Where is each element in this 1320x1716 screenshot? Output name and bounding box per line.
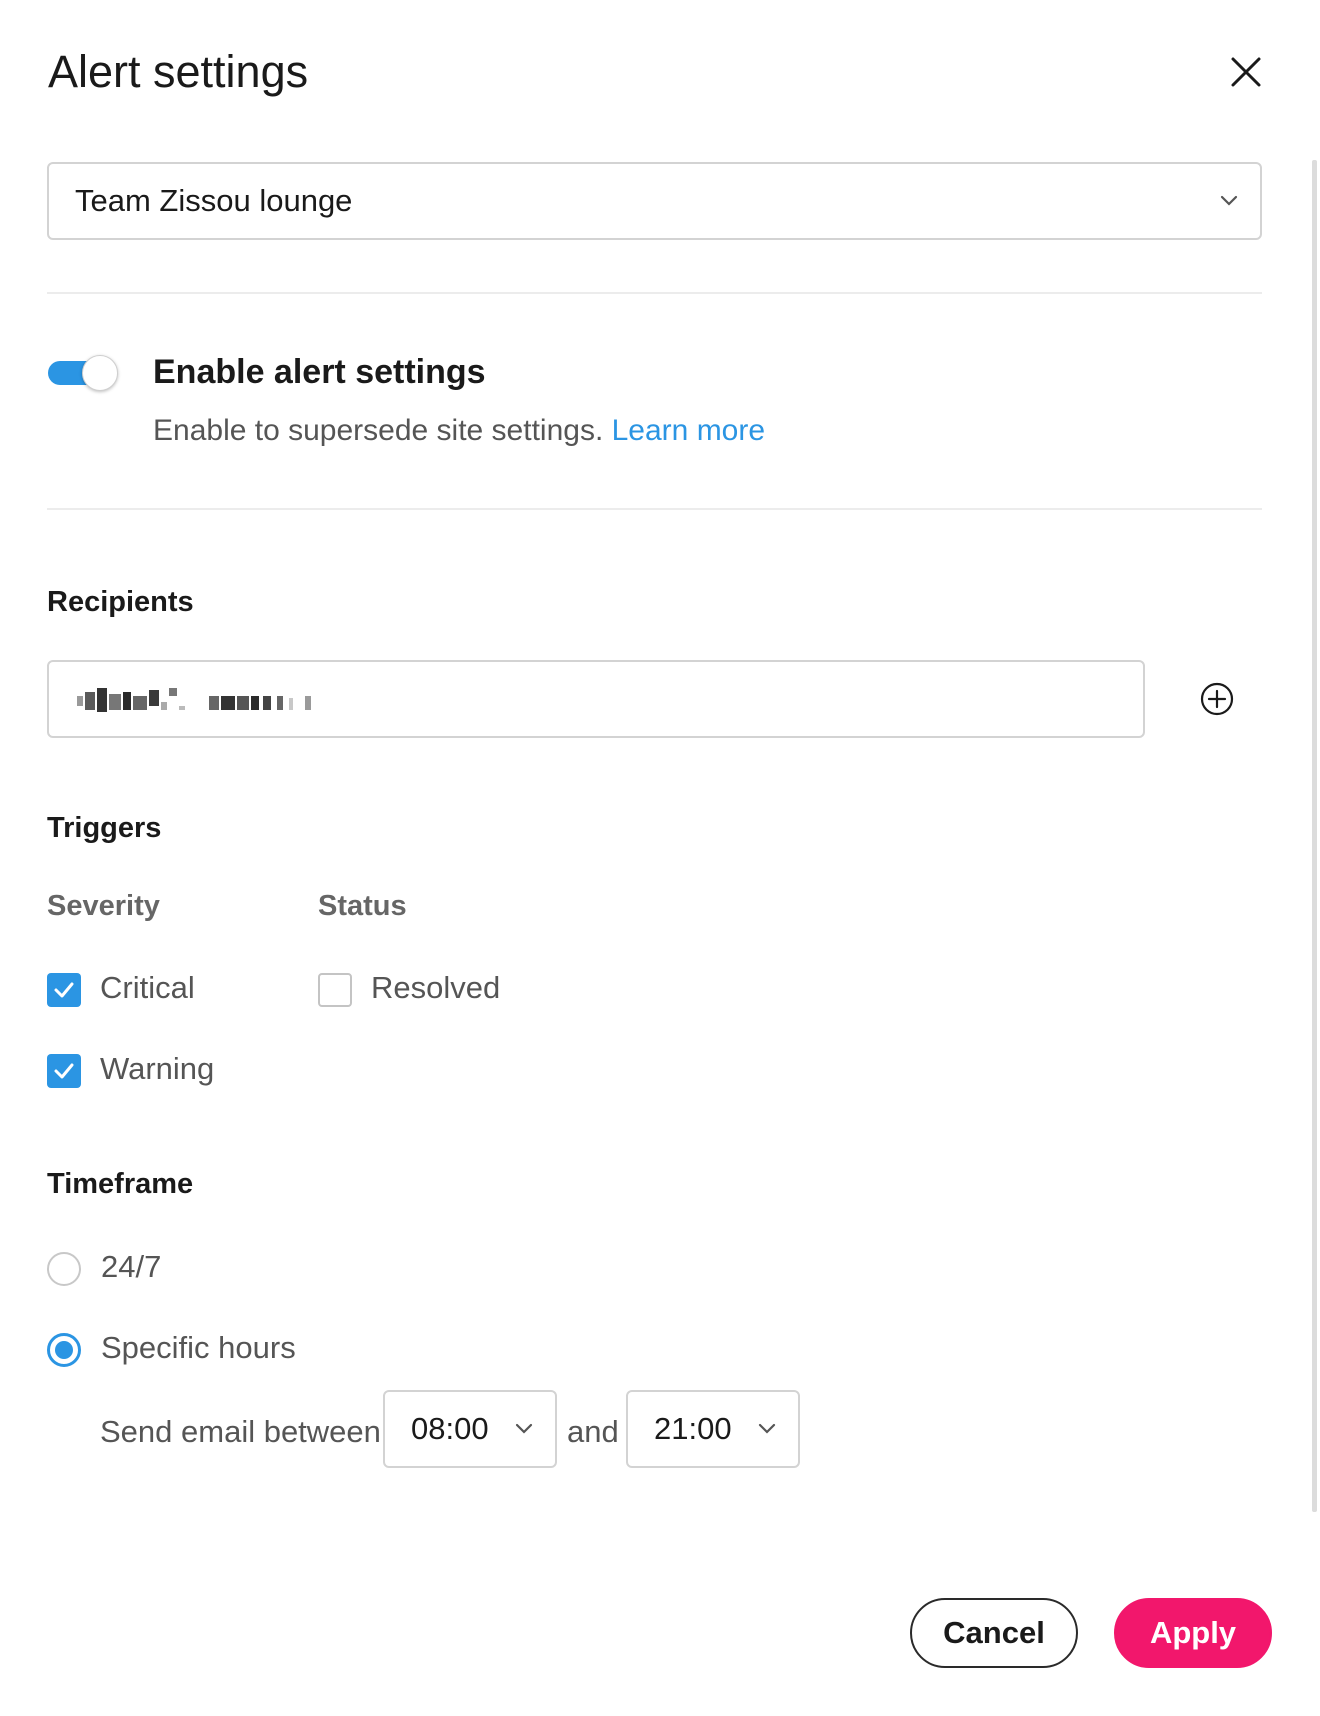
chevron-down-icon	[758, 1423, 776, 1434]
enable-alert-title: Enable alert settings	[153, 353, 486, 391]
learn-more-link[interactable]: Learn more	[612, 414, 765, 447]
warning-label: Warning	[100, 1051, 215, 1086]
scrollbar[interactable]	[1312, 160, 1317, 1512]
status-heading: Status	[318, 890, 407, 922]
timeframe-24-7-radio[interactable]	[47, 1252, 81, 1286]
dialog-title: Alert settings	[48, 46, 309, 97]
recipient-email-input[interactable]	[47, 660, 1145, 738]
timeframe-24-7-label: 24/7	[101, 1249, 162, 1284]
timeframe-specific-hours-radio[interactable]	[47, 1333, 81, 1367]
recipients-heading: Recipients	[47, 586, 194, 618]
enable-alert-description: Enable to supersede site settings. Learn…	[153, 414, 765, 448]
and-label: and	[567, 1414, 619, 1449]
site-select[interactable]: Team Zissou lounge	[47, 162, 1262, 240]
critical-checkbox[interactable]	[47, 973, 81, 1007]
triggers-heading: Triggers	[47, 812, 162, 844]
enable-alert-toggle[interactable]	[48, 355, 118, 391]
start-time-value: 08:00	[411, 1411, 489, 1446]
end-time-value: 21:00	[654, 1411, 732, 1446]
redacted-recipient-value	[77, 688, 337, 714]
cancel-button[interactable]: Cancel	[910, 1598, 1078, 1668]
chevron-down-icon	[515, 1423, 533, 1434]
resolved-label: Resolved	[371, 970, 501, 1005]
start-time-select[interactable]: 08:00	[383, 1390, 557, 1468]
timeframe-heading: Timeframe	[47, 1168, 194, 1200]
severity-heading: Severity	[47, 890, 160, 922]
send-email-between-label: Send email between	[100, 1414, 381, 1449]
alert-settings-dialog: Alert settings Team Zissou lounge Enable…	[0, 0, 1320, 1716]
end-time-select[interactable]: 21:00	[626, 1390, 800, 1468]
close-icon[interactable]	[1228, 54, 1264, 90]
resolved-checkbox[interactable]	[318, 973, 352, 1007]
chevron-down-icon	[1220, 195, 1238, 206]
divider	[47, 508, 1262, 510]
add-recipient-icon[interactable]	[1200, 682, 1234, 716]
checkmark-icon	[54, 982, 74, 998]
toggle-knob	[82, 355, 118, 391]
checkmark-icon	[54, 1063, 74, 1079]
divider	[47, 292, 1262, 294]
enable-description-text: Enable to supersede site settings.	[153, 414, 604, 447]
timeframe-specific-hours-label: Specific hours	[101, 1330, 296, 1365]
warning-checkbox[interactable]	[47, 1054, 81, 1088]
site-select-value: Team Zissou lounge	[75, 183, 353, 218]
critical-label: Critical	[100, 970, 195, 1005]
apply-button[interactable]: Apply	[1114, 1598, 1272, 1668]
